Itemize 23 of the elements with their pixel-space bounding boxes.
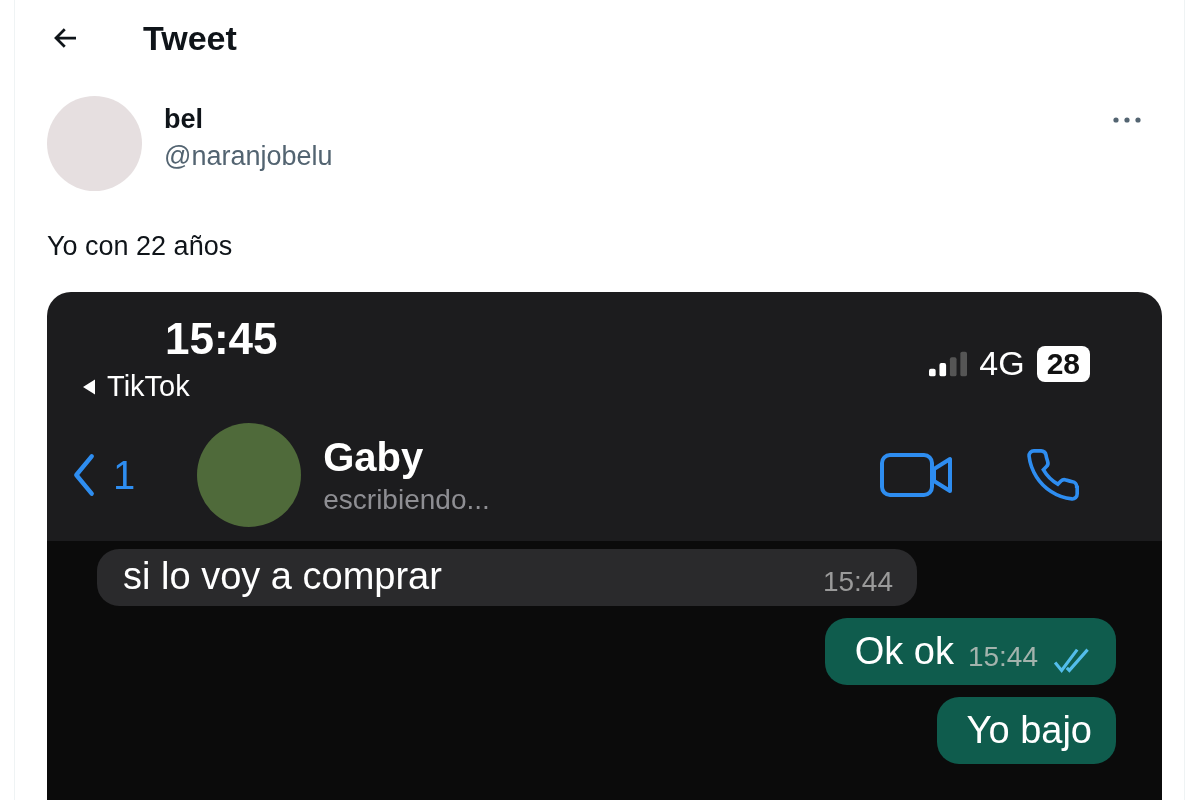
back-chevron-icon[interactable] bbox=[73, 453, 95, 497]
contact-name: Gaby bbox=[323, 434, 425, 480]
back-app-link[interactable]: TikTok bbox=[107, 370, 190, 403]
message-text: Ok ok bbox=[854, 630, 954, 673]
battery-indicator: 28 bbox=[1036, 345, 1090, 382]
clock-time: 15:45 bbox=[165, 314, 278, 364]
message-text: si lo voy a comprar bbox=[123, 555, 442, 598]
more-icon[interactable] bbox=[1112, 116, 1142, 124]
network-label: 4G bbox=[979, 344, 1025, 383]
signal-icon bbox=[929, 350, 968, 377]
media-card[interactable]: 15:45 TikTok 4G 28 1 Gaby escribiendo... si lo voy a comprar 15:44 Ok ok 15:44 Yo bajo bbox=[47, 292, 1162, 800]
video-call-icon[interactable] bbox=[880, 451, 954, 499]
typing-status: escribiendo... bbox=[323, 483, 491, 516]
page-title: Tweet bbox=[143, 18, 237, 58]
display-name[interactable]: bel bbox=[164, 104, 1090, 135]
message-time: 15:44 bbox=[967, 641, 1038, 673]
message-text: Yo bajo bbox=[966, 709, 1092, 752]
back-triangle-icon[interactable] bbox=[81, 377, 97, 396]
user-handle[interactable]: @naranjobelu bbox=[164, 141, 1090, 172]
unread-count[interactable]: 1 bbox=[113, 452, 136, 498]
phone-icon[interactable] bbox=[1024, 446, 1082, 504]
message-time: 15:44 bbox=[822, 566, 893, 598]
tweet-text: Yo con 22 años bbox=[47, 231, 234, 262]
